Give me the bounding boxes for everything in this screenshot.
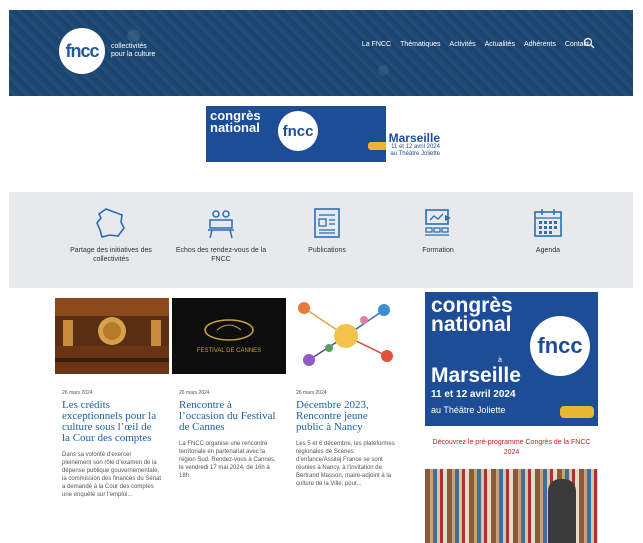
site-header: fncc collectivités pour la culture La FN… bbox=[9, 10, 633, 96]
publication-icon bbox=[314, 208, 340, 238]
congress-banner[interactable]: congrès national fncc Marseille 11 et 12… bbox=[206, 106, 444, 162]
category-agenda[interactable]: Agenda bbox=[493, 206, 603, 255]
card-date: 26 mars 2024 bbox=[62, 390, 93, 396]
banner-venue: au Théâtre Joliette bbox=[390, 151, 440, 157]
banner-city: Marseille bbox=[388, 131, 440, 145]
card-image-jeune-public bbox=[289, 298, 403, 374]
nav-item-adherents[interactable]: Adhérents bbox=[524, 41, 556, 48]
card-title[interactable]: Rencontre à l’occasion du Festival de Ca… bbox=[179, 400, 279, 433]
category-formation[interactable]: Formation bbox=[383, 206, 493, 255]
card-date: 26 mars 2024 bbox=[179, 390, 210, 396]
promo-logo: fncc bbox=[530, 316, 590, 376]
promo-line2: national bbox=[431, 313, 512, 336]
banner-logo: fncc bbox=[278, 111, 318, 151]
nav-item-thematiques[interactable]: Thématiques bbox=[400, 41, 440, 48]
main-nav: La FNCC Thématiques Activités Actualités… bbox=[362, 41, 589, 48]
card-excerpt: Les 5 et 6 décembre, les plateformes rég… bbox=[296, 441, 395, 487]
calendar-icon bbox=[534, 209, 562, 237]
banner-date-text: 11 et 12 avril 2024 bbox=[391, 144, 440, 150]
promo-caption-link[interactable]: Découvrez le pré-programme Congrès de la… bbox=[425, 438, 598, 458]
banner-line2: national bbox=[210, 120, 260, 135]
card-image-cour-des-comptes bbox=[55, 298, 169, 374]
search-icon[interactable] bbox=[583, 37, 595, 49]
news-card[interactable]: FESTIVAL DE CANNES 26 mars 2024 Rencontr… bbox=[172, 298, 286, 543]
nav-item-actualites[interactable]: Actualités bbox=[485, 41, 515, 48]
promo-venue: au Théâtre Joliette bbox=[431, 405, 506, 415]
logo-mark: fncc bbox=[59, 28, 105, 74]
meeting-icon bbox=[208, 210, 234, 239]
nav-item-la-fncc[interactable]: La FNCC bbox=[362, 41, 391, 48]
card-title[interactable]: Les crédits exceptionnels pour la cultur… bbox=[62, 400, 162, 444]
trumpet-icon bbox=[560, 406, 594, 418]
library-photo bbox=[425, 469, 598, 543]
banner-date: 11 et 12 avril 2024 au Théâtre Joliette bbox=[390, 144, 440, 158]
trumpet-icon bbox=[368, 142, 388, 150]
congress-promo[interactable]: congrès national fncc à Marseille 11 et … bbox=[425, 292, 598, 426]
promo-title: congrès national bbox=[431, 295, 513, 336]
category-publications-label: Publications bbox=[308, 247, 346, 254]
category-publications[interactable]: Publications bbox=[272, 206, 382, 255]
banner-title: congrès national bbox=[210, 109, 261, 135]
card-excerpt: La FNCC organise une rencontre territori… bbox=[179, 441, 276, 479]
news-card[interactable]: 26 mars 2024 Décembre 2023, Rencontre je… bbox=[289, 298, 403, 543]
promo-city: Marseille bbox=[431, 364, 521, 387]
card-date: 26 mars 2024 bbox=[296, 390, 327, 396]
card-excerpt: Dans sa volonté d’exercer pleinement son… bbox=[62, 452, 162, 498]
formation-icon bbox=[425, 209, 451, 236]
category-echos-label: Echos des rendez-vous de la FNCC bbox=[175, 247, 267, 263]
category-band: Partage des initiatives des collectivité… bbox=[9, 192, 633, 288]
promo-date: 11 et 12 avril 2024 bbox=[431, 389, 516, 400]
category-partage[interactable]: Partage des initiatives des collectivité… bbox=[56, 206, 166, 264]
festival-caption: FESTIVAL DE CANNES bbox=[197, 348, 261, 354]
category-formation-label: Formation bbox=[422, 247, 454, 254]
category-partage-label: Partage des initiatives des collectivité… bbox=[70, 247, 152, 263]
person-figure bbox=[548, 479, 576, 543]
site-logo[interactable]: fncc collectivités pour la culture bbox=[59, 28, 161, 74]
promo-a: à bbox=[498, 357, 502, 364]
nav-item-activites[interactable]: Activités bbox=[450, 41, 476, 48]
news-card[interactable]: 26 mars 2024 Les crédits exceptionnels p… bbox=[55, 298, 169, 543]
card-title[interactable]: Décembre 2023, Rencontre jeune public à … bbox=[296, 400, 396, 433]
category-echos[interactable]: Echos des rendez-vous de la FNCC bbox=[166, 206, 276, 264]
france-map-icon bbox=[96, 208, 125, 238]
card-image-festival-cannes: FESTIVAL DE CANNES bbox=[172, 298, 286, 374]
logo-tagline: collectivités pour la culture bbox=[111, 43, 156, 58]
category-agenda-label: Agenda bbox=[535, 247, 561, 254]
